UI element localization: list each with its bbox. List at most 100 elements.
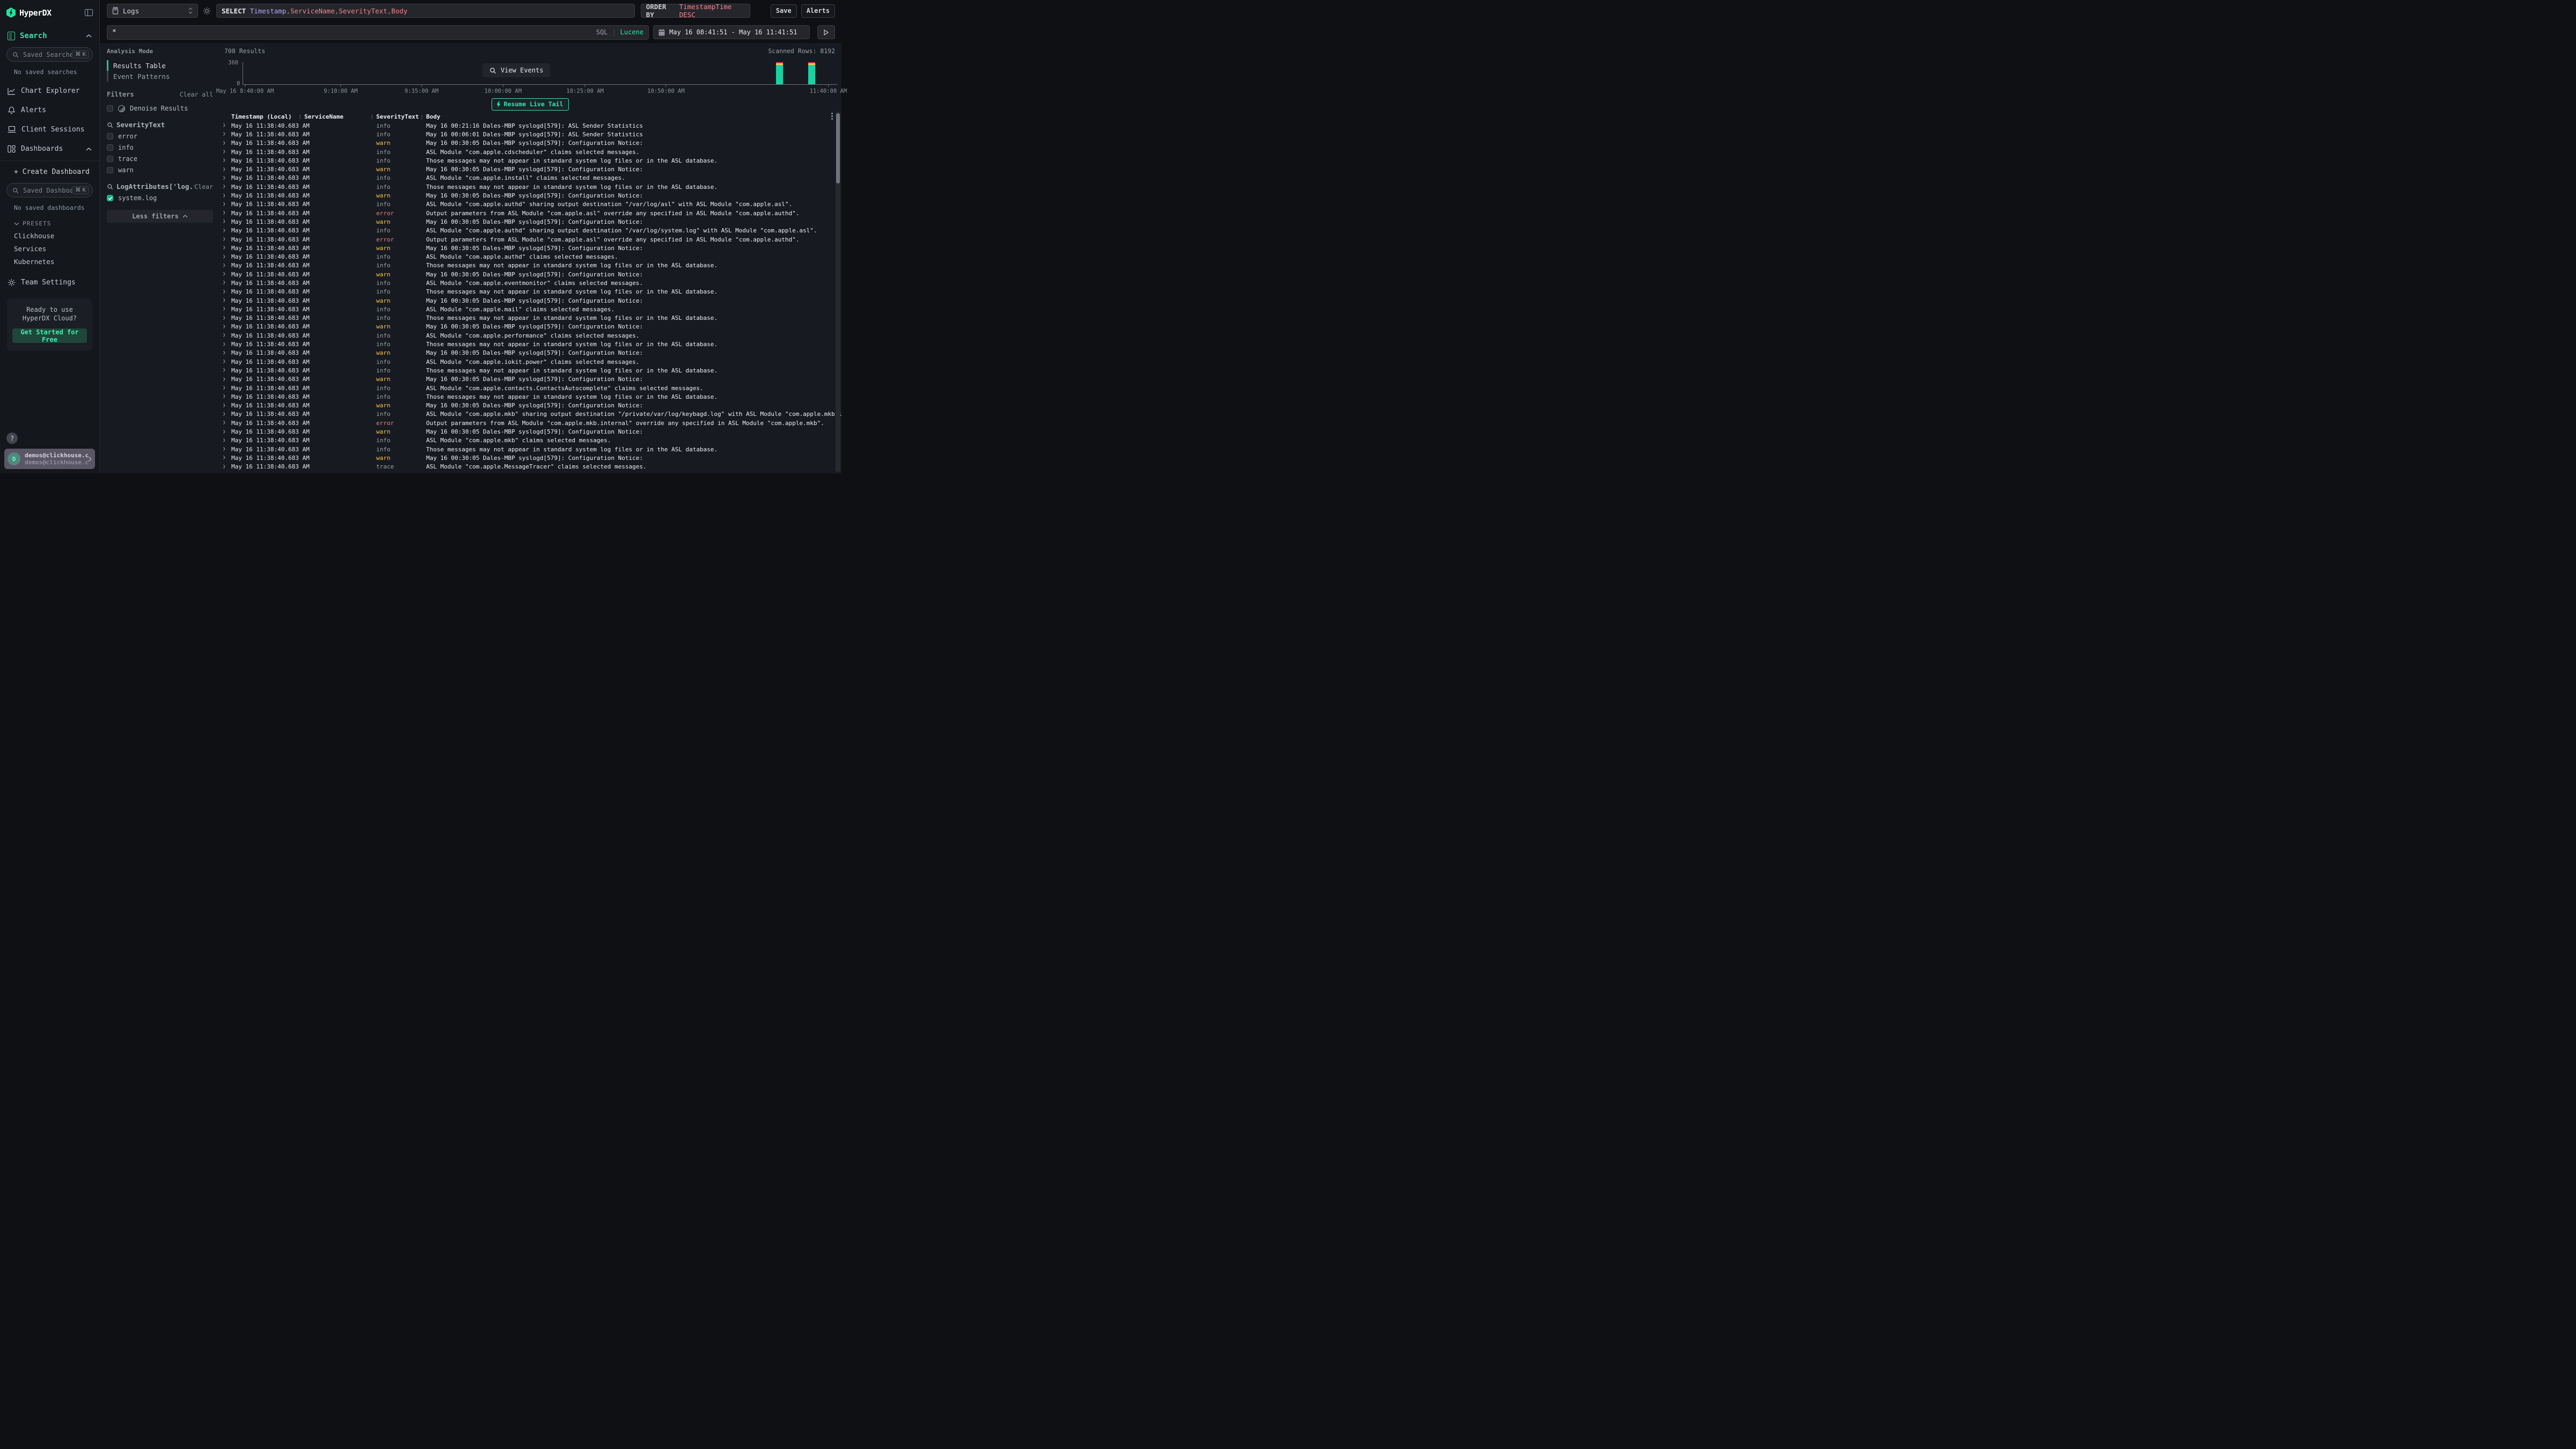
severity-option-row[interactable]: warn xyxy=(107,166,213,174)
resume-live-tail-button[interactable]: Resume Live Tail xyxy=(492,98,569,111)
column-resize-handle[interactable]: ⁞ xyxy=(298,114,302,121)
saved-dashboards-input[interactable]: Saved Dashboards ⌘ K xyxy=(6,183,93,197)
checkbox[interactable] xyxy=(107,105,113,112)
row-expand-chevron-icon[interactable]: ❯ xyxy=(222,123,231,128)
table-row[interactable]: ❯ May 16 11:38:40.683 AM warn May 16 00:… xyxy=(219,323,841,331)
preset-item[interactable]: Services xyxy=(0,245,99,253)
row-expand-chevron-icon[interactable]: ❯ xyxy=(222,359,231,364)
row-expand-chevron-icon[interactable]: ❯ xyxy=(222,263,231,268)
row-expand-chevron-icon[interactable]: ❯ xyxy=(222,149,231,155)
row-expand-chevron-icon[interactable]: ❯ xyxy=(222,298,231,303)
histogram-bar[interactable] xyxy=(808,62,815,84)
get-started-button[interactable]: Get Started for Free xyxy=(12,328,87,343)
table-options-kebab-icon[interactable] xyxy=(831,113,833,120)
column-header-timestamp[interactable]: Timestamp (Local) xyxy=(231,113,304,120)
row-expand-chevron-icon[interactable]: ❯ xyxy=(222,175,231,181)
tab-results-table[interactable]: Results Table xyxy=(107,60,213,71)
table-row[interactable]: ❯ May 16 11:38:40.683 AM info ASL Module… xyxy=(219,357,841,366)
table-row[interactable]: ❯ May 16 11:38:40.683 AM error Output pa… xyxy=(219,419,841,427)
row-expand-chevron-icon[interactable]: ❯ xyxy=(222,368,231,373)
row-expand-chevron-icon[interactable]: ❯ xyxy=(222,447,231,452)
row-expand-chevron-icon[interactable]: ❯ xyxy=(222,412,231,417)
row-expand-chevron-icon[interactable]: ❯ xyxy=(222,316,231,321)
table-row[interactable]: ❯ May 16 11:38:40.683 AM info ASL Module… xyxy=(219,148,841,156)
system-log-checkbox-row[interactable]: system.log xyxy=(107,194,213,202)
row-expand-chevron-icon[interactable]: ❯ xyxy=(222,202,231,207)
table-row[interactable]: ❯ May 16 11:38:40.683 AM info ASL Module… xyxy=(219,174,841,182)
tab-event-patterns[interactable]: Event Patterns xyxy=(107,71,213,82)
table-row[interactable]: ❯ May 16 11:38:40.683 AM info ASL Module… xyxy=(219,279,841,287)
denoise-results-checkbox-row[interactable]: Denoise Results xyxy=(107,105,213,112)
search-icon[interactable] xyxy=(107,122,113,128)
search-icon[interactable] xyxy=(107,184,113,190)
table-row[interactable]: ❯ May 16 11:38:40.683 AM info Those mess… xyxy=(219,392,841,401)
table-row[interactable]: ❯ May 16 11:38:40.683 AM info ASL Module… xyxy=(219,384,841,392)
row-expand-chevron-icon[interactable]: ❯ xyxy=(222,438,231,443)
table-row[interactable]: ❯ May 16 11:38:40.683 AM trace ASL Modul… xyxy=(219,463,841,471)
table-row[interactable]: ❯ May 16 11:38:40.683 AM info ASL Module… xyxy=(219,331,841,340)
help-button[interactable]: ? xyxy=(6,433,18,444)
table-row[interactable]: ❯ May 16 11:38:40.683 AM warn May 16 00:… xyxy=(219,427,841,436)
checkbox-checked[interactable] xyxy=(107,195,113,201)
row-expand-chevron-icon[interactable]: ❯ xyxy=(222,272,231,277)
sidebar-collapse-icon[interactable] xyxy=(85,9,93,16)
row-expand-chevron-icon[interactable]: ❯ xyxy=(222,167,231,172)
table-row[interactable]: ❯ May 16 11:38:40.683 AM info Those mess… xyxy=(219,445,841,453)
table-row[interactable]: ❯ May 16 11:38:40.683 AM info Those mess… xyxy=(219,261,841,270)
row-expand-chevron-icon[interactable]: ❯ xyxy=(222,429,231,435)
table-row[interactable]: ❯ May 16 11:38:40.683 AM warn May 16 00:… xyxy=(219,296,841,305)
row-expand-chevron-icon[interactable]: ❯ xyxy=(222,403,231,408)
run-query-button[interactable] xyxy=(817,25,835,39)
row-expand-chevron-icon[interactable]: ❯ xyxy=(222,455,231,460)
table-row[interactable]: ❯ May 16 11:38:40.683 AM info Those mess… xyxy=(219,288,841,296)
row-expand-chevron-icon[interactable]: ❯ xyxy=(222,280,231,286)
date-range-picker[interactable]: May 16 08:41:51 - May 16 11:41:51 xyxy=(653,25,810,39)
presets-toggle[interactable]: PRESETS xyxy=(0,220,99,227)
column-header-severitytext[interactable]: ⁞SeverityText xyxy=(376,113,426,120)
table-row[interactable]: ❯ May 16 11:38:40.683 AM info Those mess… xyxy=(219,156,841,165)
histogram-bar[interactable] xyxy=(776,62,783,84)
table-row[interactable]: ❯ May 16 11:38:40.683 AM warn May 16 00:… xyxy=(219,401,841,410)
select-columns-input[interactable]: SELECT Timestamp, ServiceName, SeverityT… xyxy=(216,4,635,18)
column-header-body[interactable]: ⁞Body xyxy=(426,113,841,120)
row-expand-chevron-icon[interactable]: ❯ xyxy=(222,306,231,312)
saved-searches-input[interactable]: Saved Searches ⌘ K xyxy=(6,47,93,62)
table-row[interactable]: ❯ May 16 11:38:40.683 AM info Those mess… xyxy=(219,340,841,348)
table-row[interactable]: ❯ May 16 11:38:40.683 AM warn May 16 00:… xyxy=(219,139,841,148)
table-row[interactable]: ❯ May 16 11:38:40.683 AM error Output pa… xyxy=(219,235,841,244)
order-by-input[interactable]: ORDER BY TimestampTime DESC xyxy=(641,4,750,18)
table-row[interactable]: ❯ May 16 11:38:40.683 AM info Those mess… xyxy=(219,366,841,375)
create-dashboard-button[interactable]: + Create Dashboard xyxy=(0,168,99,176)
row-expand-chevron-icon[interactable]: ❯ xyxy=(222,193,231,199)
table-row[interactable]: ❯ May 16 11:38:40.683 AM warn May 16 00:… xyxy=(219,191,841,200)
row-expand-chevron-icon[interactable]: ❯ xyxy=(222,342,231,347)
row-expand-chevron-icon[interactable]: ❯ xyxy=(222,131,231,137)
table-row[interactable]: ❯ May 16 11:38:40.683 AM error Output pa… xyxy=(219,209,841,217)
row-expand-chevron-icon[interactable]: ❯ xyxy=(222,141,231,146)
table-row[interactable]: ❯ May 16 11:38:40.683 AM info May 16 00:… xyxy=(219,121,841,130)
table-row[interactable]: ❯ May 16 11:38:40.683 AM info May 16 00:… xyxy=(219,130,841,138)
column-resize-handle[interactable]: ⁞ xyxy=(420,114,424,121)
sidebar-item-alerts[interactable]: Alerts xyxy=(0,106,99,114)
clear-filter-button[interactable]: Clear xyxy=(194,183,213,191)
row-expand-chevron-icon[interactable]: ❯ xyxy=(222,350,231,356)
sidebar-item-client-sessions[interactable]: Client Sessions xyxy=(0,126,99,134)
table-row[interactable]: ❯ May 16 11:38:40.683 AM warn May 16 00:… xyxy=(219,453,841,462)
table-row[interactable]: ❯ May 16 11:38:40.683 AM warn May 16 00:… xyxy=(219,165,841,173)
checkbox[interactable] xyxy=(107,167,113,173)
row-expand-chevron-icon[interactable]: ❯ xyxy=(222,464,231,470)
column-resize-handle[interactable]: ⁞ xyxy=(370,114,374,121)
checkbox[interactable] xyxy=(107,156,113,162)
sidebar-item-team-settings[interactable]: Team Settings xyxy=(0,279,99,287)
row-expand-chevron-icon[interactable]: ❯ xyxy=(222,420,231,426)
severity-option-row[interactable]: trace xyxy=(107,155,213,163)
row-expand-chevron-icon[interactable]: ❯ xyxy=(222,158,231,163)
sidebar-item-dashboards[interactable]: Dashboards xyxy=(0,145,99,153)
histogram-chart[interactable]: 360 0 View Events xyxy=(243,62,837,85)
row-expand-chevron-icon[interactable]: ❯ xyxy=(222,210,231,216)
table-row[interactable]: ❯ May 16 11:38:40.683 AM warn May 16 00:… xyxy=(219,375,841,384)
table-row[interactable]: ❯ May 16 11:38:40.683 AM info Those mess… xyxy=(219,314,841,323)
table-row[interactable]: ❯ May 16 11:38:40.683 AM info ASL Module… xyxy=(219,226,841,235)
row-expand-chevron-icon[interactable]: ❯ xyxy=(222,219,231,224)
source-select[interactable]: Logs xyxy=(107,4,198,18)
